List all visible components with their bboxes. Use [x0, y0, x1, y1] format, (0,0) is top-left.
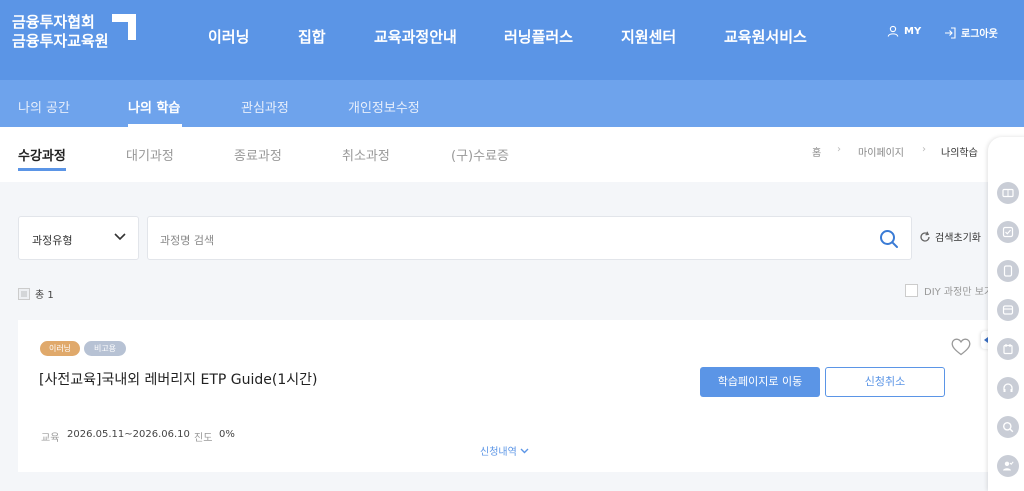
book-icon[interactable]	[997, 182, 1019, 204]
user-check-icon[interactable]	[997, 455, 1019, 477]
archive-icon[interactable]	[997, 299, 1019, 321]
go-to-learning-page-button[interactable]: 학습페이지로 이동	[700, 367, 820, 397]
nav-elearning[interactable]: 이러닝	[208, 26, 249, 47]
application-details-toggle[interactable]: 신청내역	[480, 443, 529, 458]
course-type-value: 과정유형	[32, 234, 73, 247]
period-label: 교육	[41, 433, 60, 444]
search-input[interactable]	[158, 229, 852, 251]
chevron-down-icon	[520, 448, 529, 453]
top-header: 금융투자협회 금융투자교육원 이러닝 집합 교육과정안내 러닝플러스 지원센터 …	[0, 0, 1024, 80]
my-link[interactable]: MY	[887, 25, 921, 37]
cancel-application-button[interactable]: 신청취소	[825, 367, 945, 397]
tab-enrolled[interactable]: 수강과정	[18, 145, 66, 164]
sub-nav: 나의 공간 나의 학습 관심과정 개인정보수정	[0, 80, 1024, 127]
progress-value: 0%	[219, 429, 235, 440]
breadcrumb-home[interactable]: 홈	[812, 144, 821, 159]
tab-cancelled[interactable]: 취소과정	[342, 145, 390, 164]
search-box	[147, 216, 912, 260]
nav-support-center[interactable]: 지원센터	[621, 26, 676, 47]
course-title[interactable]: [사전교육]국내외 레버리지 ETP Guide(1시간)	[39, 369, 318, 389]
badge-elearning: 이러닝	[40, 341, 80, 356]
quick-menu	[988, 137, 1024, 491]
nav-course-guide[interactable]: 교육과정안내	[374, 26, 457, 47]
breadcrumb-current: 나의학습	[941, 148, 978, 159]
logout-link[interactable]: 로그아웃	[944, 25, 998, 40]
course-card: 이러닝 비고용 [사전교육]국내외 레버리지 ETP Guide(1시간) 학습…	[18, 320, 988, 472]
nav-learning-plus[interactable]: 러닝플러스	[504, 26, 573, 47]
application-details-label: 신청내역	[480, 447, 517, 458]
diy-only-checkbox[interactable]: DIY 과정만 보기	[905, 283, 993, 298]
diy-only-label: DIY 과정만 보기	[924, 287, 994, 298]
search-icon[interactable]	[997, 416, 1019, 438]
progress-label: 진도	[194, 433, 213, 444]
logout-icon	[945, 26, 956, 39]
headset-icon[interactable]	[997, 377, 1019, 399]
tab-waiting[interactable]: 대기과정	[126, 145, 174, 164]
subnav-edit-profile[interactable]: 개인정보수정	[348, 97, 420, 116]
heart-icon[interactable]	[951, 338, 971, 356]
tab-completed[interactable]: 종료과정	[234, 145, 282, 164]
breadcrumb-separator-icon: ›	[837, 144, 841, 155]
my-label: MY	[904, 25, 922, 37]
period-value: 2026.05.11~2026.06.10	[67, 429, 190, 440]
logo-mark-icon	[112, 14, 136, 40]
breadcrumb-separator-icon: ›	[922, 144, 926, 155]
calendar-icon[interactable]	[997, 338, 1019, 360]
logo[interactable]: 금융투자협회 금융투자교육원	[12, 13, 109, 51]
reset-search-button[interactable]: 검색초기화	[919, 229, 981, 244]
nav-institute-services[interactable]: 교육원서비스	[724, 26, 807, 47]
badge-non-employment: 비고용	[84, 341, 126, 356]
refresh-icon	[920, 231, 930, 242]
total-count-label: 총 1	[35, 290, 54, 301]
nav-classroom[interactable]: 집합	[298, 26, 326, 47]
logout-label: 로그아웃	[961, 29, 998, 40]
tablet-icon[interactable]	[997, 260, 1019, 282]
tab-old-certificate[interactable]: (구)수료증	[451, 145, 509, 164]
list-icon	[18, 287, 30, 300]
chevron-down-icon	[114, 233, 126, 241]
course-type-select[interactable]: 과정유형	[18, 216, 139, 260]
breadcrumb-mypage[interactable]: 마이페이지	[858, 144, 904, 159]
reset-search-label: 검색초기화	[935, 233, 981, 244]
subnav-interest-courses[interactable]: 관심과정	[241, 97, 289, 116]
search-icon[interactable]	[879, 229, 899, 249]
subnav-my-space[interactable]: 나의 공간	[18, 97, 70, 116]
checkbox-icon	[905, 284, 918, 297]
tab-active-indicator	[18, 168, 66, 171]
checklist-icon[interactable]	[997, 221, 1019, 243]
subnav-my-learning[interactable]: 나의 학습	[128, 97, 180, 116]
total-count: 총 1	[18, 286, 54, 301]
logo-line2: 금융투자교육원	[12, 32, 109, 50]
logo-line1: 금융투자협회	[12, 13, 95, 31]
person-icon	[887, 25, 899, 37]
